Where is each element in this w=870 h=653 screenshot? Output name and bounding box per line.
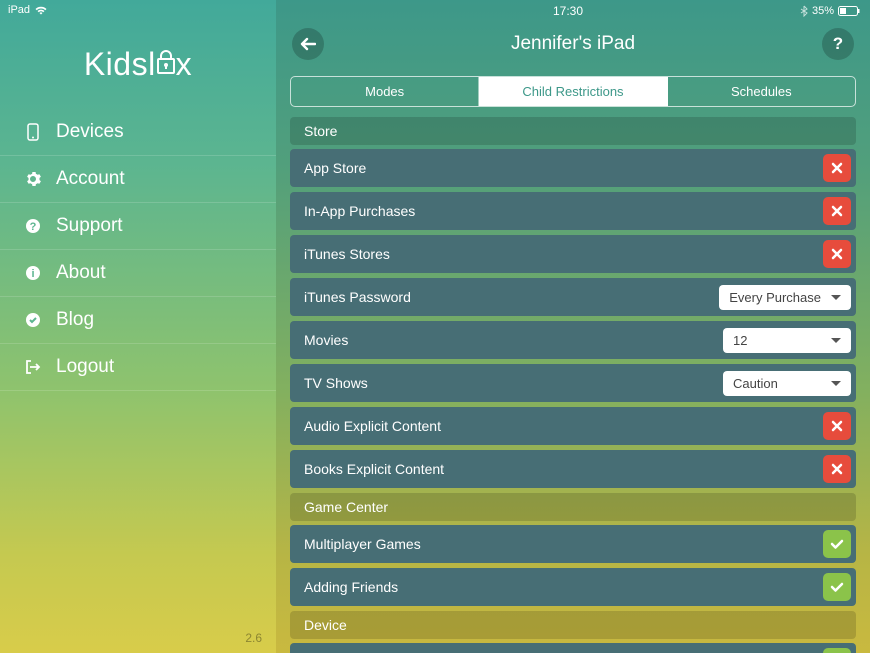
nav-account[interactable]: Account — [0, 156, 276, 203]
back-button[interactable] — [292, 28, 324, 60]
nav-label: Account — [56, 168, 125, 190]
toggle-off-button[interactable] — [823, 197, 851, 225]
setting-dropdown[interactable]: 12 — [723, 328, 851, 353]
toggle-off-button[interactable] — [823, 154, 851, 182]
status-bar-left: iPad — [0, 0, 276, 20]
app-logo: Kidslx — [0, 20, 276, 109]
nav-devices[interactable]: Devices — [0, 109, 276, 156]
battery-percent: 35% — [812, 5, 834, 17]
toggle-on-button[interactable] — [823, 573, 851, 601]
nav-label: Devices — [56, 121, 124, 143]
tab-modes[interactable]: Modes — [291, 77, 479, 106]
setting-row: Adding Friends — [290, 568, 856, 606]
main-panel: 17:30 35% Jennifer's iPad ? Modes Child … — [276, 0, 870, 653]
setting-label: Adding Friends — [304, 579, 398, 595]
setting-row: App Store — [290, 149, 856, 187]
toggle-off-button[interactable] — [823, 240, 851, 268]
chevron-down-icon — [831, 381, 841, 386]
toggle-on-button[interactable] — [823, 530, 851, 558]
sidebar: iPad Kidslx Devices Account ? Support i … — [0, 0, 276, 653]
setting-row: Audio Explicit Content — [290, 407, 856, 445]
setting-label: iTunes Stores — [304, 246, 390, 262]
status-battery: 35% — [800, 5, 860, 17]
svg-text:i: i — [31, 268, 34, 280]
tab-schedules[interactable]: Schedules — [668, 77, 855, 106]
setting-label: Audio Explicit Content — [304, 418, 441, 434]
dropdown-value: Every Purchase — [729, 290, 821, 305]
setting-row: iTunes Stores — [290, 235, 856, 273]
help-button[interactable]: ? — [822, 28, 854, 60]
wifi-icon — [35, 6, 47, 15]
nav-label: Support — [56, 215, 123, 237]
page-title: Jennifer's iPad — [511, 33, 635, 55]
dropdown-value: 12 — [733, 333, 747, 348]
logout-icon — [24, 359, 42, 375]
setting-row: iTunes Password Every Purchase — [290, 278, 856, 316]
setting-row: Books Explicit Content — [290, 450, 856, 488]
info-icon: i — [24, 265, 42, 281]
tab-bar: Modes Child Restrictions Schedules — [290, 76, 856, 107]
section-header: Game Center — [290, 493, 856, 521]
setting-row: TV Shows Caution — [290, 364, 856, 402]
nav-support[interactable]: ? Support — [0, 203, 276, 250]
setting-row: Multiplayer Games — [290, 525, 856, 563]
nav-label: Blog — [56, 309, 94, 331]
chevron-down-icon — [831, 338, 841, 343]
check-icon — [24, 312, 42, 328]
status-time: 17:30 — [336, 4, 800, 18]
toggle-off-button[interactable] — [823, 412, 851, 440]
setting-row: Camera including FaceTime — [290, 643, 856, 653]
section-header: Store — [290, 117, 856, 145]
content-scroll[interactable]: Store App Store In-App Purchases iTunes Sto… — [276, 117, 870, 653]
nav-label: Logout — [56, 356, 114, 378]
header: Jennifer's iPad ? — [276, 22, 870, 70]
gear-icon — [24, 171, 42, 187]
question-icon: ? — [24, 218, 42, 234]
bluetooth-icon — [800, 5, 808, 17]
status-device: iPad — [8, 4, 30, 16]
toggle-on-button[interactable] — [823, 648, 851, 653]
toggle-off-button[interactable] — [823, 455, 851, 483]
nav-about[interactable]: i About — [0, 250, 276, 297]
setting-row: Movies 12 — [290, 321, 856, 359]
nav-logout[interactable]: Logout — [0, 344, 276, 391]
setting-label: In-App Purchases — [304, 203, 415, 219]
tab-child-restrictions[interactable]: Child Restrictions — [479, 77, 667, 106]
setting-label: Movies — [304, 332, 348, 348]
setting-row: In-App Purchases — [290, 192, 856, 230]
chevron-down-icon — [831, 295, 841, 300]
setting-label: Multiplayer Games — [304, 536, 421, 552]
setting-label: Books Explicit Content — [304, 461, 444, 477]
dropdown-value: Caution — [733, 376, 778, 391]
status-bar-right: 17:30 35% — [276, 0, 870, 22]
battery-icon — [838, 6, 860, 16]
nav-blog[interactable]: Blog — [0, 297, 276, 344]
setting-dropdown[interactable]: Caution — [723, 371, 851, 396]
app-version: 2.6 — [0, 631, 276, 653]
setting-label: iTunes Password — [304, 289, 411, 305]
device-icon — [24, 123, 42, 141]
setting-dropdown[interactable]: Every Purchase — [719, 285, 851, 310]
svg-text:?: ? — [30, 221, 37, 233]
section-header: Device — [290, 611, 856, 639]
nav-list: Devices Account ? Support i About Blog L… — [0, 109, 276, 391]
nav-label: About — [56, 262, 106, 284]
setting-label: TV Shows — [304, 375, 368, 391]
setting-label: App Store — [304, 160, 366, 176]
